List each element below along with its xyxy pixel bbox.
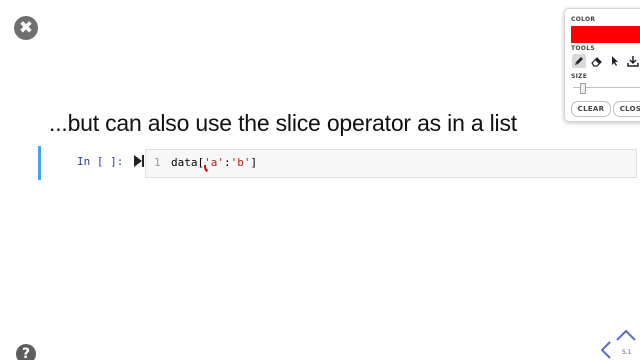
size-slider-thumb[interactable] bbox=[580, 83, 586, 94]
nav-up-arrow-icon[interactable] bbox=[614, 328, 638, 342]
run-cell-icon[interactable] bbox=[133, 154, 145, 168]
download-icon[interactable] bbox=[626, 54, 640, 68]
code-editor[interactable]: 1 data['a':'b'] bbox=[145, 149, 637, 178]
color-picker[interactable] bbox=[571, 26, 640, 43]
pointer-icon[interactable] bbox=[608, 54, 622, 68]
slide-heading: ...but can also use the slice operator a… bbox=[49, 110, 517, 136]
cell-prompt: In [ ]: bbox=[77, 155, 124, 168]
close-slideshow-button[interactable]: ✖ bbox=[14, 16, 38, 40]
code-suffix: ] bbox=[250, 156, 258, 169]
clear-button[interactable]: CLEAR bbox=[571, 101, 611, 117]
tools-label: TOOLS bbox=[571, 45, 595, 52]
code-prefix: data[ bbox=[171, 156, 205, 169]
close-icon: ✖ bbox=[18, 18, 34, 38]
size-label: SIZE bbox=[571, 73, 588, 80]
close-button[interactable]: CLOSE bbox=[613, 101, 640, 117]
slide-page: ✖ ...but can also use the slice operator… bbox=[0, 0, 640, 360]
help-icon: ? bbox=[21, 346, 31, 360]
slide-number: 5.1 bbox=[622, 349, 632, 356]
color-label: COLOR bbox=[571, 16, 596, 23]
line-number: 1 bbox=[154, 156, 161, 169]
code-string-b: 'b' bbox=[230, 156, 251, 169]
code-cell[interactable]: In [ ]: 1 data['a':'b'] bbox=[38, 146, 639, 180]
annotation-toolbar: COLOR TOOLS SIZE CLEAR CLOSE bbox=[564, 8, 640, 122]
help-button[interactable]: ? bbox=[16, 344, 36, 360]
eraser-icon[interactable] bbox=[590, 54, 604, 68]
code-colon: : bbox=[224, 156, 231, 169]
nav-left-arrow-icon[interactable] bbox=[599, 340, 613, 360]
pen-icon[interactable] bbox=[572, 54, 586, 68]
pen-annotation-mark bbox=[204, 165, 208, 172]
code-line: data['a':'b'] bbox=[171, 156, 257, 169]
